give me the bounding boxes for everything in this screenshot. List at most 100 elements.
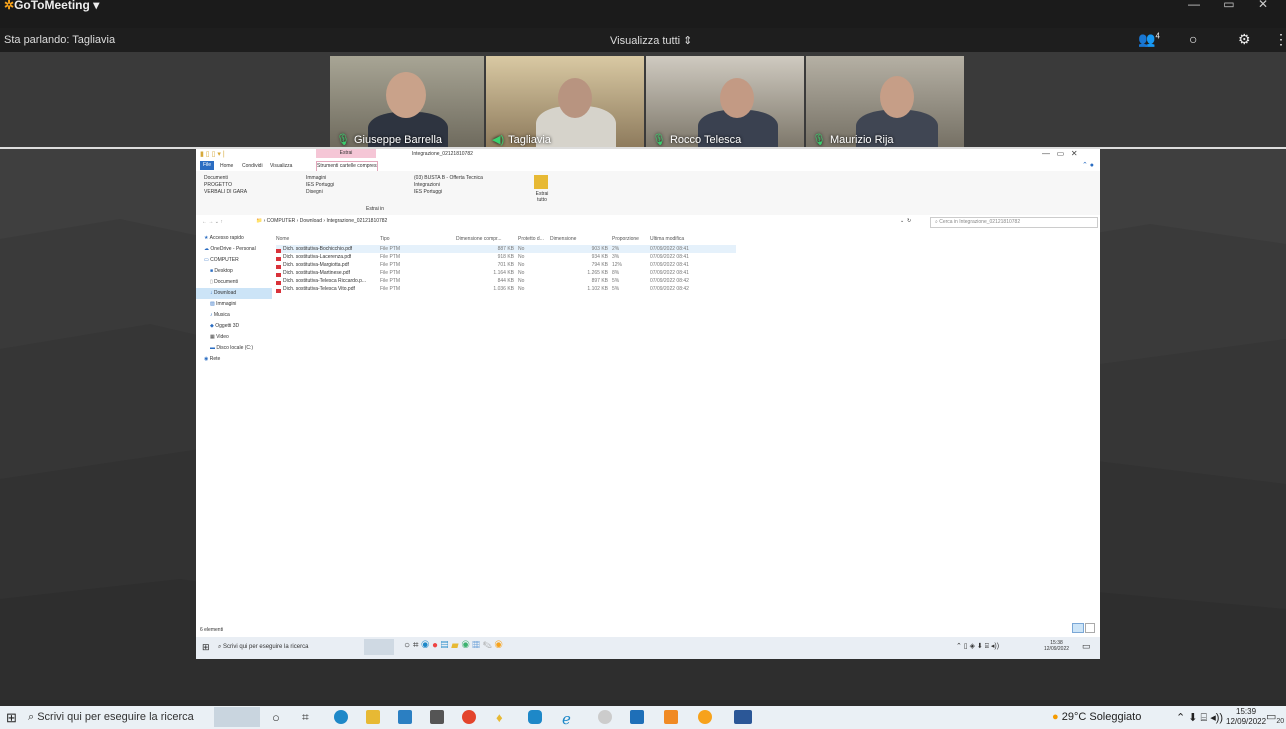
start-button-icon[interactable]: ⊞	[6, 710, 17, 726]
participants-icon[interactable]: 👥4	[1138, 31, 1160, 48]
col-ratio[interactable]: Proporzione	[612, 233, 650, 245]
outlook-icon[interactable]	[630, 710, 644, 724]
nav-3d-objects[interactable]: ◆ Oggetti 3D	[196, 321, 272, 332]
col-protected[interactable]: Protetto d...	[518, 233, 550, 245]
file-row[interactable]: Dich. sostitutiva-Telesca Riccardo.p... F…	[276, 277, 736, 285]
cortana-icon[interactable]: ○	[272, 710, 286, 725]
mic-icon: 🎙	[652, 134, 666, 146]
file-date: 07/09/2022 08:41	[650, 254, 689, 260]
ribbon-col-2[interactable]: Immagini IES Portuggi Disegni	[306, 175, 334, 196]
breadcrumb[interactable]: 📁 › COMPUTER › Download › Integrazione_0…	[256, 218, 387, 224]
file-ratio: 5%	[612, 278, 620, 284]
window-title: Integrazione_02121810782	[412, 151, 473, 157]
tab-file[interactable]: File	[200, 161, 214, 170]
quick-access-toolbar[interactable]: ▮ ▯ ▯ ▾ |	[200, 150, 225, 158]
ribbon-group-label: Estrai in	[366, 206, 385, 212]
notification-center-icon[interactable]: ▭20	[1266, 710, 1284, 725]
goto-logo-icon: ✲	[4, 0, 15, 12]
file-row[interactable]: Dich. sostitutiva-Telesca Vito.pdf File P…	[276, 285, 736, 293]
help-icon[interactable]: ⌃ ●	[1082, 161, 1094, 169]
app-icon-1[interactable]: ♦	[496, 710, 510, 725]
nav-download[interactable]: ↓ Download	[196, 288, 272, 299]
col-modified[interactable]: Ultima modifica	[650, 233, 720, 245]
video-tile-3[interactable]: 🎙 Rocco Telesca	[646, 56, 804, 148]
file-date: 07/09/2022 08:42	[650, 278, 689, 284]
video-tile-1[interactable]: 🎙 Giuseppe Barrella	[330, 56, 484, 148]
file-type: File PTM	[380, 254, 400, 260]
nav-video[interactable]: ▦ Video	[196, 332, 272, 343]
title-spacer	[0, 12, 1286, 28]
file-row[interactable]: Dich. sostitutiva-Lacerenza.pdf File PTM 9…	[276, 253, 736, 261]
file-date: 07/09/2022 08:41	[650, 246, 689, 252]
nav-documents[interactable]: ▯ Documenti	[196, 277, 272, 288]
file-csize: 701 KB	[497, 262, 514, 268]
nav-images[interactable]: ▨ Immagini	[196, 299, 272, 310]
file-size: 897 KB	[591, 278, 608, 284]
chrome-icon[interactable]	[462, 710, 476, 724]
clock[interactable]: 15:39 12/09/2022	[1226, 707, 1266, 727]
video-tile-4[interactable]: 🎙 Maurizio Rija	[806, 56, 964, 148]
chat-icon[interactable]: ○	[1189, 31, 1197, 47]
nav-network[interactable]: ◉ Rete	[196, 354, 272, 365]
window-controls[interactable]: — ▭ ✕	[1188, 0, 1278, 11]
search-input[interactable]: ⌕ Cerca in Integrazione_02121810782	[930, 217, 1098, 228]
nav-quick-access[interactable]: ★ Accesso rapido	[196, 233, 272, 244]
nav-arrows-icon[interactable]: ← → ⌄ ↑	[202, 219, 223, 225]
weather-widget[interactable]: ● 29°C Soleggiato	[1052, 711, 1141, 723]
file-row[interactable]: Dich. sostitutiva-Bochicchio.pdf File PTM…	[276, 245, 736, 253]
app-title[interactable]: ✲GoToMeeting ▾	[4, 0, 99, 12]
store-icon[interactable]	[398, 710, 412, 724]
tab-home[interactable]: Home	[220, 163, 233, 169]
calculator-icon[interactable]	[430, 710, 444, 724]
view-all-button[interactable]: Visualizza tutti ⇕	[610, 34, 692, 47]
file-explorer-window: ▮ ▯ ▯ ▾ | Estrai Integrazione_0212181078…	[196, 149, 1100, 637]
app-icon-3[interactable]	[664, 710, 678, 724]
file-row[interactable]: Dich. sostitutiva-Martinese.pdf File PTM 1…	[276, 269, 736, 277]
inner-tray-icons[interactable]: ⌃ ▯ ◈ ⬇ ⌸ ◂))	[956, 642, 999, 651]
internet-explorer-icon[interactable]: ℯ	[562, 710, 576, 728]
word-icon[interactable]	[734, 710, 752, 724]
inner-notification-icon[interactable]: ▭	[1082, 641, 1091, 652]
nav-desktop[interactable]: ■ Desktop	[196, 266, 272, 277]
tab-compressed-tools[interactable]: Strumenti cartelle compresse	[316, 161, 378, 171]
nav-computer[interactable]: ▭ COMPUTER	[196, 255, 272, 266]
refresh-icon[interactable]: ⌄ ↻	[900, 218, 911, 224]
inner-start-icon[interactable]: ⊞	[202, 642, 210, 653]
settings-gear-icon[interactable]: ⚙	[1238, 31, 1251, 48]
context-tab-extract[interactable]: Estrai	[316, 149, 376, 158]
file-ratio: 2%	[612, 246, 620, 252]
large-icons-view-icon[interactable]	[1085, 623, 1095, 633]
inner-search-box[interactable]: ⌕ Scrivi qui per eseguire la ricerca	[218, 641, 358, 653]
tab-view[interactable]: Visualizza	[270, 163, 292, 169]
video-tile-2[interactable]: ◀) Tagliavia	[486, 56, 644, 148]
nav-onedrive[interactable]: ☁ OneDrive - Personal	[196, 244, 272, 255]
inner-app-icons[interactable]: ○ ⌗ ◉ ● ▤ ▰ ◉ ▦ ✎ ◉	[404, 640, 503, 651]
nav-local-disk[interactable]: ▬ Disco locale (C:)	[196, 343, 272, 354]
file-explorer-icon[interactable]	[366, 710, 380, 724]
skype-icon[interactable]	[528, 710, 542, 724]
col-type[interactable]: Tipo	[380, 233, 456, 245]
task-view-icon[interactable]: ⌗	[302, 710, 316, 724]
inner-clock[interactable]: 15:38 12/09/2022	[1044, 640, 1069, 652]
app-icon-2[interactable]	[598, 710, 612, 724]
edge-icon[interactable]	[334, 710, 348, 724]
col-size[interactable]: Dimensione	[550, 233, 612, 245]
file-date: 07/09/2022 08:41	[650, 270, 689, 276]
more-menu-icon[interactable]: ⋮	[1274, 31, 1286, 48]
file-prot: No	[518, 278, 525, 284]
nav-music[interactable]: ♪ Musica	[196, 310, 272, 321]
tab-share[interactable]: Condividi	[242, 163, 263, 169]
col-name[interactable]: Nome	[276, 233, 380, 245]
col-compressed-size[interactable]: Dimensione compr...	[456, 233, 518, 245]
search-box[interactable]: ⌕ Scrivi qui per eseguire la ricerca	[28, 707, 208, 727]
file-row[interactable]: Dich. sostitutiva-Margiotta.pdf File PTM 7…	[276, 261, 736, 269]
tray-icons[interactable]: ⌃ ⬇ ⌸ ◂))	[1176, 711, 1223, 725]
details-view-icon[interactable]	[1072, 623, 1084, 633]
ribbon-col-1[interactable]: Documenti PROGETTO VERBALI DI GARA	[204, 175, 247, 196]
extract-all-button[interactable]: Estrai tutto	[532, 191, 552, 203]
ribbon-col-3[interactable]: (03) BUSTA B - Offerta Tecnica Integrazio…	[414, 175, 483, 196]
window-controls[interactable]: — ▭ ✕	[1042, 149, 1078, 158]
file-ratio: 12%	[612, 262, 623, 268]
file-size: 934 KB	[591, 254, 608, 260]
gotomeeting-icon[interactable]	[698, 710, 712, 724]
